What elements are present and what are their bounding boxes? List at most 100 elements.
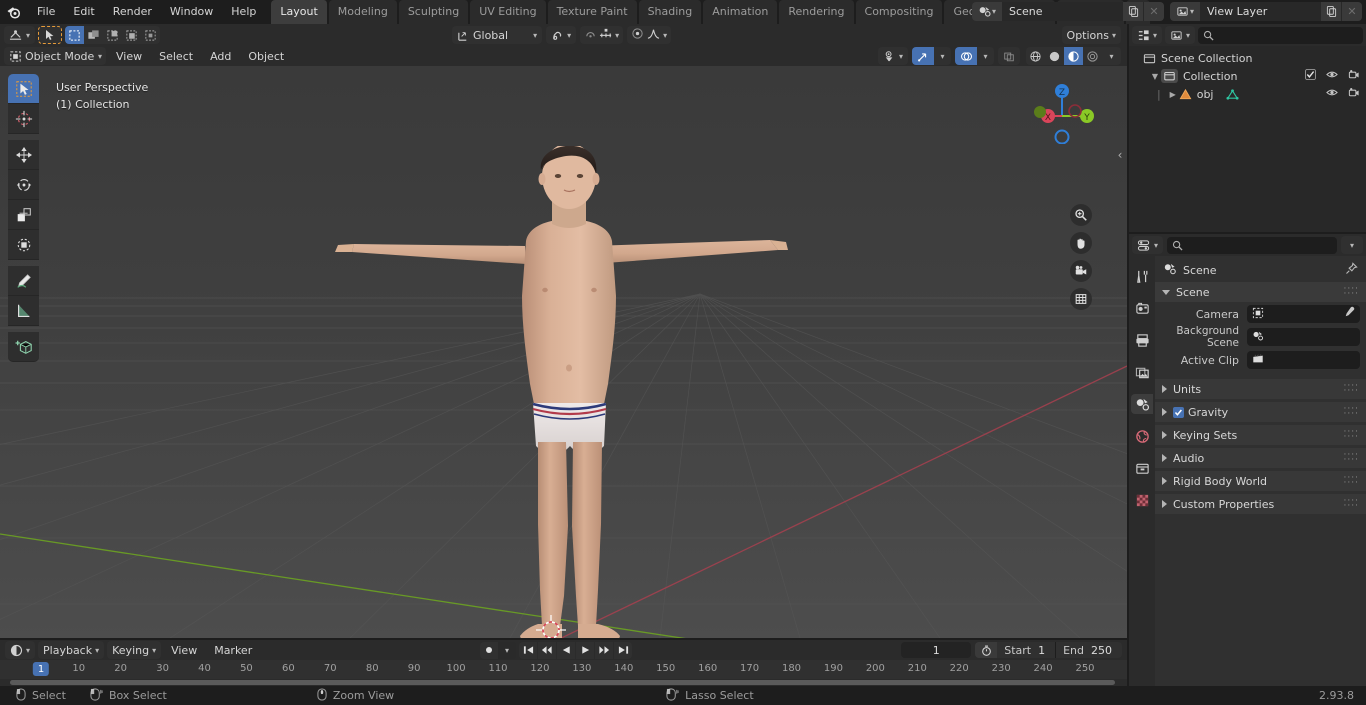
properties-tab-texture[interactable]: [1131, 490, 1153, 510]
panel-header-rigid-body-world[interactable]: Rigid Body World ···· ····: [1155, 471, 1366, 491]
properties-editor-type-selector[interactable]: ▾: [1132, 236, 1164, 254]
new-scene-button[interactable]: [1123, 2, 1143, 21]
xray-toggle[interactable]: [998, 47, 1020, 65]
snap-targets-icon[interactable]: [599, 27, 613, 43]
gizmo-options-dropdown[interactable]: ▾: [934, 47, 951, 65]
unlink-scene-button[interactable]: ✕: [1144, 2, 1164, 21]
next-keyframe-icon[interactable]: [595, 641, 613, 659]
workspace-tab-rendering[interactable]: Rendering: [779, 0, 855, 24]
scene-selector[interactable]: ▾ Scene ✕: [972, 2, 1164, 21]
measure-tool-icon[interactable]: [8, 296, 39, 326]
outliner-editor[interactable]: ▾ ▾ ▾ Scene Collectio: [1129, 24, 1366, 232]
play-icon[interactable]: [576, 641, 594, 659]
zoom-icon[interactable]: [1070, 204, 1092, 226]
camera-icon[interactable]: [1348, 87, 1360, 101]
workspace-tab-modeling[interactable]: Modeling: [328, 0, 398, 24]
snapping-toggle[interactable]: ▾: [546, 26, 577, 44]
viewport-menu-select[interactable]: Select: [152, 47, 200, 65]
panel-header-audio[interactable]: Audio ···· ····: [1155, 448, 1366, 468]
workspace-tab-texture-paint[interactable]: Texture Paint: [547, 0, 638, 24]
solid-shading-icon[interactable]: [1045, 47, 1064, 65]
overlays-toggle[interactable]: [955, 47, 977, 65]
transform-tool-icon[interactable]: [8, 230, 39, 260]
timeline-menu-view[interactable]: View: [164, 641, 204, 659]
camera-icon[interactable]: [1348, 69, 1360, 83]
new-view-layer-button[interactable]: [1321, 2, 1341, 21]
transform-orientation-selector[interactable]: Global ▾: [452, 26, 543, 44]
properties-tab-collection[interactable]: [1131, 458, 1153, 478]
menu-render[interactable]: Render: [104, 3, 161, 21]
properties-search-input[interactable]: [1167, 236, 1337, 254]
timeline-ruler[interactable]: 10 20 30 40 50 60 70 80 90 100 110 120 130 140 150 160 1…: [0, 660, 1127, 678]
add-cube-tool-icon[interactable]: [8, 332, 39, 362]
menu-help[interactable]: Help: [222, 3, 265, 21]
grid-icon[interactable]: [1070, 288, 1092, 310]
use-preview-range-icon[interactable]: [975, 642, 998, 658]
timeline-horizontal-scrollbar[interactable]: [10, 680, 1115, 685]
current-frame-field[interactable]: 1: [901, 642, 972, 658]
navigation-gizmo[interactable]: Z Y X: [1027, 74, 1097, 145]
panel-header-custom-properties[interactable]: Custom Properties ···· ····: [1155, 494, 1366, 514]
timeline-menu-marker[interactable]: Marker: [207, 641, 259, 659]
workspace-tab-sculpting[interactable]: Sculpting: [398, 0, 470, 24]
rotate-tool-icon[interactable]: [8, 170, 39, 200]
auto-keying-dropdown[interactable]: ▾: [498, 641, 516, 659]
properties-tab-view-layer[interactable]: [1131, 362, 1153, 382]
disclosure-triangle-obj[interactable]: ▶: [1167, 90, 1179, 99]
menu-window[interactable]: Window: [161, 3, 222, 21]
end-frame-value[interactable]: 250: [1091, 644, 1122, 657]
eye-icon[interactable]: [1326, 87, 1338, 101]
select-invert-icon[interactable]: [122, 26, 141, 44]
properties-tab-world[interactable]: [1131, 426, 1153, 446]
select-subtract-icon[interactable]: [103, 26, 122, 44]
checkbox-icon[interactable]: [1305, 69, 1316, 83]
start-frame-value[interactable]: 1: [1038, 644, 1055, 657]
wireframe-shading-icon[interactable]: [1026, 47, 1045, 65]
active-tool-indicator[interactable]: [38, 26, 63, 44]
properties-search-field[interactable]: [1183, 238, 1337, 252]
hand-icon[interactable]: [1070, 232, 1092, 254]
timeline-editor-type-selector[interactable]: ▾: [5, 641, 36, 659]
properties-tab-tool[interactable]: [1131, 266, 1153, 286]
view-layer-icon[interactable]: ▾: [1170, 2, 1200, 21]
move-tool-icon[interactable]: [8, 140, 39, 170]
properties-tab-render[interactable]: [1131, 298, 1153, 318]
proportional-edit-icon[interactable]: [584, 27, 597, 43]
gizmo-toggle[interactable]: [912, 47, 934, 65]
viewport-menu-object[interactable]: Object: [241, 47, 291, 65]
outliner-row-scene-collection[interactable]: Scene Collection: [1129, 49, 1366, 67]
disclosure-triangle-collection[interactable]: ▼: [1149, 72, 1161, 81]
workspace-tab-layout[interactable]: Layout: [271, 0, 328, 24]
timeline-menu-keying[interactable]: Keying ▾: [107, 641, 162, 659]
outliner-display-mode-selector[interactable]: ▾: [1165, 26, 1196, 44]
workspace-tab-compositing[interactable]: Compositing: [855, 0, 944, 24]
select-intersect-icon[interactable]: [141, 26, 160, 44]
viewport-sidebar-collapse-icon[interactable]: ‹: [1115, 142, 1125, 168]
active-clip-field[interactable]: [1247, 351, 1360, 369]
scene-name-field[interactable]: Scene: [1002, 2, 1122, 21]
eye-icon[interactable]: [1326, 69, 1338, 83]
eyedropper-icon[interactable]: [1342, 306, 1355, 322]
viewport-menu-add[interactable]: Add: [203, 47, 238, 65]
material-preview-shading-icon[interactable]: [1064, 47, 1083, 65]
menu-edit[interactable]: Edit: [64, 3, 103, 21]
scene-icon[interactable]: ▾: [972, 2, 1002, 21]
pin-icon[interactable]: [1345, 262, 1358, 278]
workspace-tab-animation[interactable]: Animation: [703, 0, 779, 24]
outliner-search-field[interactable]: [1218, 28, 1364, 42]
proportional-editing-toggle[interactable]: [631, 27, 644, 43]
panel-header-gravity[interactable]: Gravity ···· ····: [1155, 402, 1366, 422]
properties-editor[interactable]: ▾ ▾ Scene Scene ···· ···· Camera Backgro…: [1129, 234, 1366, 686]
camera-field[interactable]: [1247, 305, 1360, 323]
properties-tab-scene[interactable]: [1131, 394, 1153, 414]
jump-start-icon[interactable]: [519, 641, 537, 659]
human-mesh-object[interactable]: [330, 146, 810, 638]
shading-options-dropdown[interactable]: ▾: [1102, 47, 1121, 65]
select-box-icon[interactable]: [65, 26, 85, 44]
editor-type-selector[interactable]: ▾: [4, 26, 36, 44]
viewport-options-button[interactable]: Options ▾: [1061, 26, 1121, 44]
tweak-tool-icon[interactable]: [8, 74, 39, 104]
timeline-menu-playback[interactable]: Playback ▾: [38, 641, 105, 659]
jump-end-icon[interactable]: [614, 641, 632, 659]
outliner-row-obj[interactable]: | ▶ obj: [1129, 85, 1366, 103]
